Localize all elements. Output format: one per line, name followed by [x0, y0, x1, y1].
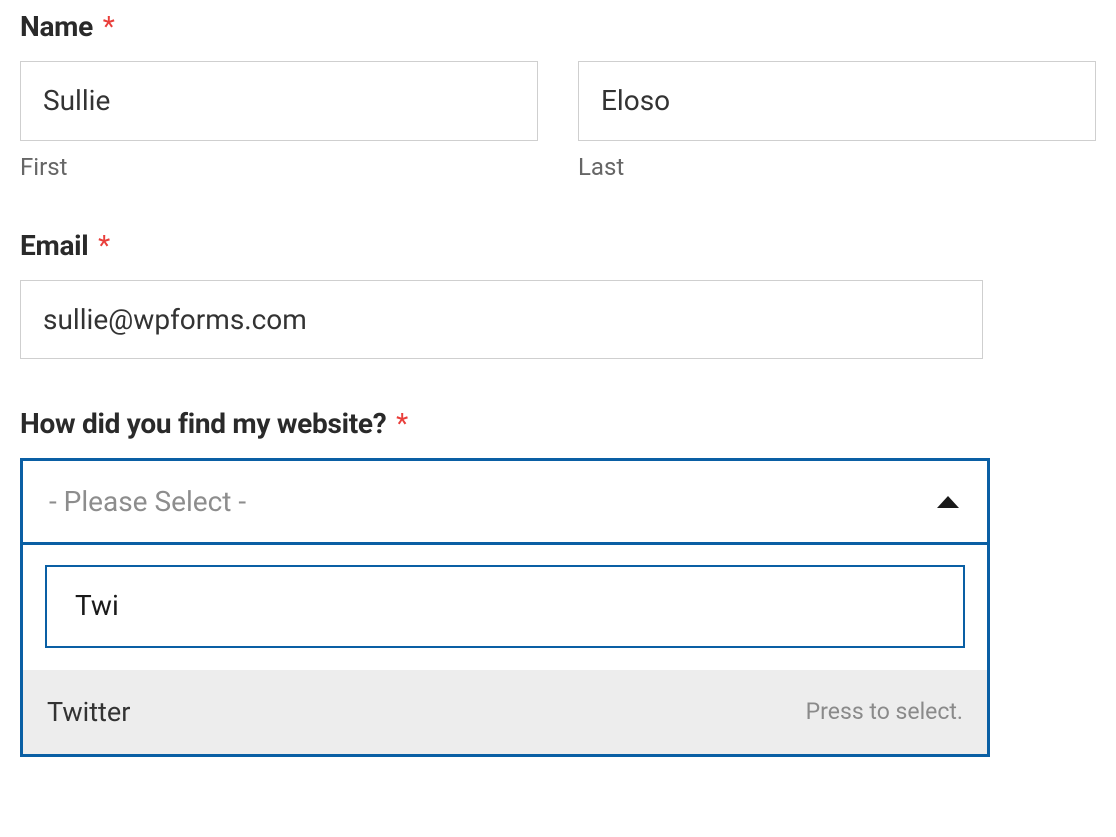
- source-dropdown-panel: Twitter Press to select.: [20, 542, 990, 757]
- source-label-text: How did you find my website?: [20, 407, 386, 440]
- name-field-group: Name * First Last: [20, 10, 1096, 181]
- email-label: Email *: [20, 229, 1096, 262]
- first-name-col: First: [20, 61, 538, 181]
- source-dropdown-control[interactable]: - Please Select -: [20, 458, 990, 545]
- name-label: Name *: [20, 10, 1096, 43]
- email-label-text: Email: [20, 229, 88, 262]
- email-field-group: Email *: [20, 229, 1096, 360]
- name-row: First Last: [20, 61, 1096, 181]
- first-name-sublabel: First: [20, 153, 538, 181]
- source-placeholder: - Please Select -: [49, 485, 246, 518]
- source-option-hint: Press to select.: [806, 698, 963, 725]
- required-asterisk: *: [98, 229, 110, 262]
- last-name-col: Last: [578, 61, 1096, 181]
- source-label: How did you find my website? *: [20, 407, 1096, 440]
- source-option-twitter[interactable]: Twitter Press to select.: [23, 670, 987, 754]
- name-label-text: Name: [20, 10, 93, 43]
- chevron-up-icon: [937, 496, 959, 508]
- source-dropdown: - Please Select - Twitter Press to selec…: [20, 458, 990, 757]
- last-name-sublabel: Last: [578, 153, 1096, 181]
- required-asterisk: *: [103, 10, 115, 43]
- source-field-group: How did you find my website? * - Please …: [20, 407, 1096, 757]
- source-search-input[interactable]: [45, 565, 965, 648]
- required-asterisk: *: [396, 407, 408, 440]
- email-input[interactable]: [20, 280, 983, 360]
- first-name-input[interactable]: [20, 61, 538, 141]
- source-option-label: Twitter: [47, 696, 130, 728]
- last-name-input[interactable]: [578, 61, 1096, 141]
